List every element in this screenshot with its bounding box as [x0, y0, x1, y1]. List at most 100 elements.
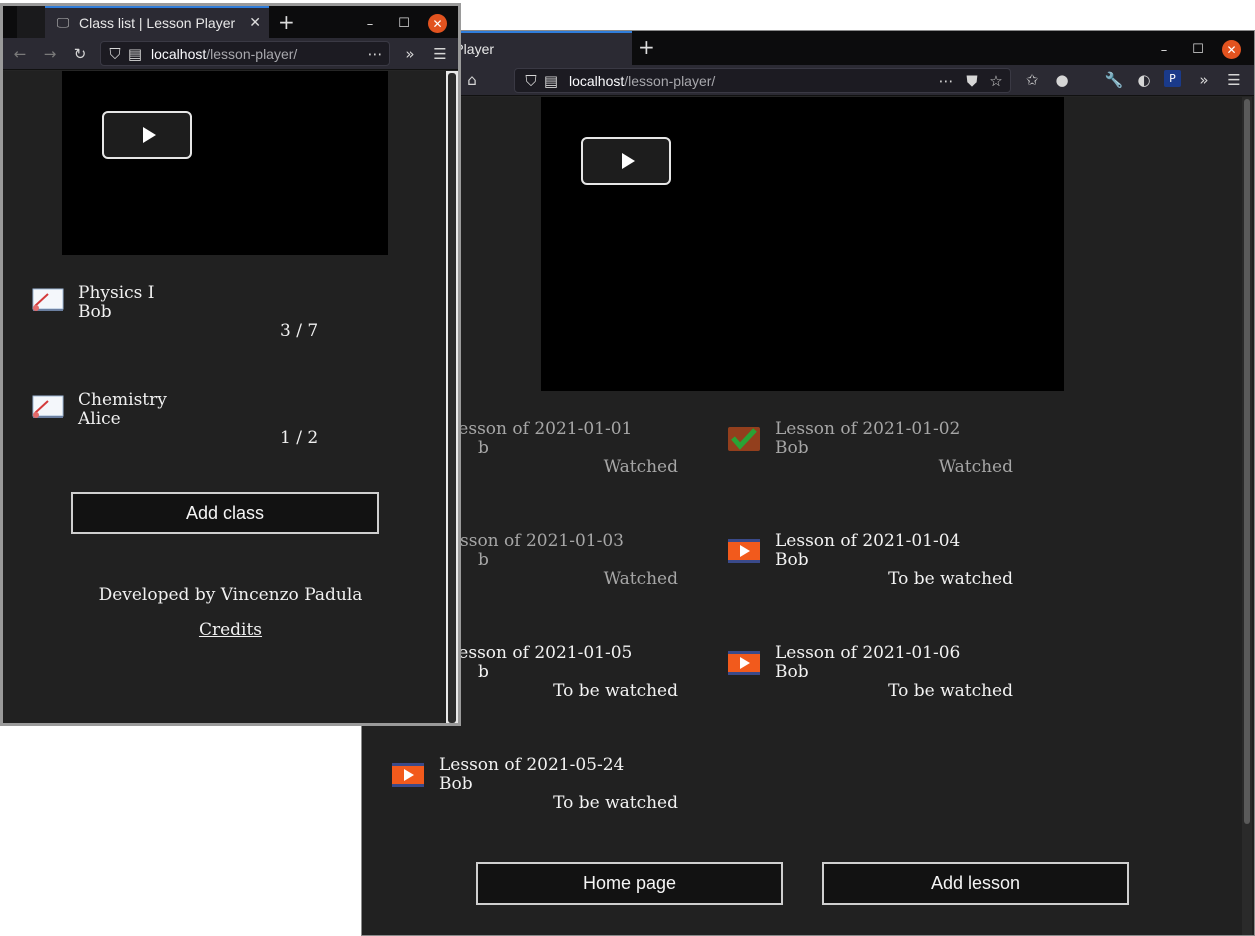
page-info-icon[interactable]: ▤	[125, 44, 145, 64]
video-play-icon	[392, 763, 424, 787]
class-progress: 1 / 2	[280, 428, 319, 448]
tab-strip: 🖵 Class list | Lesson Player ✕ + – ☐ ✕	[3, 6, 458, 38]
play-icon	[142, 127, 156, 143]
lesson-teacher: Bob	[775, 438, 809, 458]
lesson-teacher: Bob	[439, 774, 473, 794]
lesson-teacher: b	[478, 662, 489, 682]
scrollbar[interactable]	[1242, 97, 1252, 935]
forward-arrow-icon[interactable]: →	[40, 44, 60, 64]
overflow-chevron-icon[interactable]: »	[400, 44, 420, 64]
credits-link[interactable]: Credits	[199, 620, 262, 640]
lesson-status: To be watched	[888, 569, 1013, 589]
class-name: Physics I	[78, 283, 155, 303]
overflow-chevron-icon[interactable]: »	[1194, 70, 1214, 90]
class-item[interactable]: Physics I Bob 3 / 7	[30, 284, 330, 354]
url-bar[interactable]: ⛉ ▤ localhost/lesson-player/ ⋯ ⛊ ☆	[514, 68, 1011, 93]
lesson-teacher: b	[478, 438, 489, 458]
lesson-teacher: b	[478, 550, 489, 570]
class-item[interactable]: Chemistry Alice 1 / 2	[30, 391, 330, 461]
class-list-page: Physics I Bob 3 / 7 Chemistry Alice 1 / …	[3, 71, 458, 723]
scroll-thumb[interactable]	[1244, 99, 1250, 824]
lesson-status: To be watched	[553, 793, 678, 813]
play-button[interactable]	[581, 137, 671, 185]
class-progress: 3 / 7	[280, 321, 319, 341]
p-extension-icon[interactable]: P	[1164, 70, 1181, 87]
lesson-item[interactable]: Lesson of 2021-01-04 Bob To be watched	[727, 532, 1027, 604]
class-name: Chemistry	[78, 390, 167, 410]
nav-toolbar: ⌂ ⛉ ▤ localhost/lesson-player/ ⋯ ⛊ ☆ ✩ ●…	[362, 65, 1254, 96]
whiteboard-icon	[32, 288, 64, 311]
video-player[interactable]	[541, 97, 1064, 391]
developer-credit: Developed by Vincenzo Padula	[98, 585, 363, 605]
lesson-status: Watched	[603, 457, 678, 477]
close-window-button[interactable]: ✕	[1222, 40, 1241, 59]
tab-strip: sics I | Lesson Player + – ☐ ✕	[362, 31, 1254, 65]
lesson-title: sson of 2021-01-03	[460, 531, 624, 551]
monitor-icon: 🖵	[56, 15, 70, 31]
home-icon[interactable]: ⌂	[462, 70, 482, 90]
play-icon	[621, 153, 635, 169]
maximize-button[interactable]: ☐	[394, 13, 414, 33]
lesson-title: Lesson of 2021-05-24	[439, 755, 625, 775]
new-tab-button[interactable]: +	[278, 12, 295, 32]
tab-class-list[interactable]: 🖵 Class list | Lesson Player ✕	[45, 6, 269, 38]
add-lesson-button[interactable]: Add lesson	[822, 862, 1129, 905]
page-actions-icon[interactable]: ⋯	[365, 44, 385, 64]
tab-title: Class list | Lesson Player	[79, 15, 236, 31]
class-teacher: Bob	[78, 302, 112, 322]
menu-icon[interactable]: ☰	[1224, 70, 1244, 90]
lesson-status: Watched	[603, 569, 678, 589]
video-play-icon	[728, 539, 760, 563]
page-actions-icon[interactable]: ⋯	[936, 71, 956, 91]
lesson-teacher: Bob	[775, 550, 809, 570]
scroll-thumb[interactable]	[448, 73, 456, 723]
new-tab-button[interactable]: +	[638, 37, 655, 57]
lesson-title: Lesson of 2021-01-02	[775, 419, 961, 439]
url-path: /lesson-player/	[624, 72, 716, 89]
shield-icon[interactable]: ⛉	[521, 71, 541, 91]
page-info-icon[interactable]: ▤	[541, 71, 561, 91]
reload-icon[interactable]: ↻	[70, 44, 90, 64]
lesson-item[interactable]: Lesson of 2021-01-06 Bob To be watched	[727, 644, 1027, 716]
whiteboard-icon	[32, 395, 64, 418]
video-player[interactable]	[62, 71, 388, 255]
url-host: localhost	[569, 72, 625, 89]
lesson-list-page: Lesson of 2021-01-01 b Watched Lesson of…	[362, 97, 1254, 935]
menu-icon[interactable]: ☰	[430, 44, 450, 64]
lesson-title: Lesson of 2021-01-05	[447, 643, 633, 663]
lesson-status: To be watched	[553, 681, 678, 701]
wrench-icon[interactable]: 🔧	[1104, 70, 1124, 90]
minimize-button[interactable]: –	[360, 14, 380, 34]
minimize-button[interactable]: –	[1154, 40, 1174, 60]
lesson-teacher: Bob	[775, 662, 809, 682]
lesson-title: Lesson of 2021-01-01	[447, 419, 633, 439]
addon-icon[interactable]: ◐	[1134, 70, 1154, 90]
close-tab-icon[interactable]: ✕	[249, 15, 261, 31]
pocket-icon[interactable]: ⛊	[962, 71, 982, 91]
watched-video-icon	[728, 427, 760, 451]
maximize-button[interactable]: ☐	[1188, 39, 1208, 59]
play-button[interactable]	[102, 111, 192, 159]
class-list-window: 🖵 Class list | Lesson Player ✕ + – ☐ ✕ ←…	[0, 3, 461, 726]
home-page-button[interactable]: Home page	[476, 862, 783, 905]
lesson-title: Lesson of 2021-01-06	[775, 643, 961, 663]
lesson-item[interactable]: Lesson of 2021-05-24 Bob To be watched	[391, 756, 691, 828]
extension-icon[interactable]: ●	[1052, 70, 1072, 90]
url-path: /lesson-player/	[206, 45, 298, 62]
lesson-list-window: sics I | Lesson Player + – ☐ ✕ ⌂ ⛉ ▤ loc…	[361, 30, 1255, 936]
bookmark-star-icon[interactable]: ☆	[986, 71, 1006, 91]
lesson-title: Lesson of 2021-01-04	[775, 531, 961, 551]
add-class-button[interactable]: Add class	[71, 492, 379, 534]
nav-toolbar: ← → ↻ ⛉ ▤ localhost/lesson-player/ ⋯ » ☰	[3, 38, 458, 70]
close-window-button[interactable]: ✕	[428, 14, 447, 33]
lesson-item[interactable]: Lesson of 2021-01-02 Bob Watched	[727, 420, 1027, 492]
class-teacher: Alice	[78, 409, 121, 429]
bookmarks-icon[interactable]: ✩	[1022, 70, 1042, 90]
back-arrow-icon[interactable]: ←	[10, 44, 30, 64]
lesson-status: Watched	[938, 457, 1013, 477]
url-bar[interactable]: ⛉ ▤ localhost/lesson-player/ ⋯	[100, 41, 390, 66]
video-play-icon	[728, 651, 760, 675]
shield-icon[interactable]: ⛉	[105, 44, 125, 64]
scrollbar[interactable]	[446, 71, 458, 723]
pinned-tab[interactable]	[17, 6, 45, 38]
